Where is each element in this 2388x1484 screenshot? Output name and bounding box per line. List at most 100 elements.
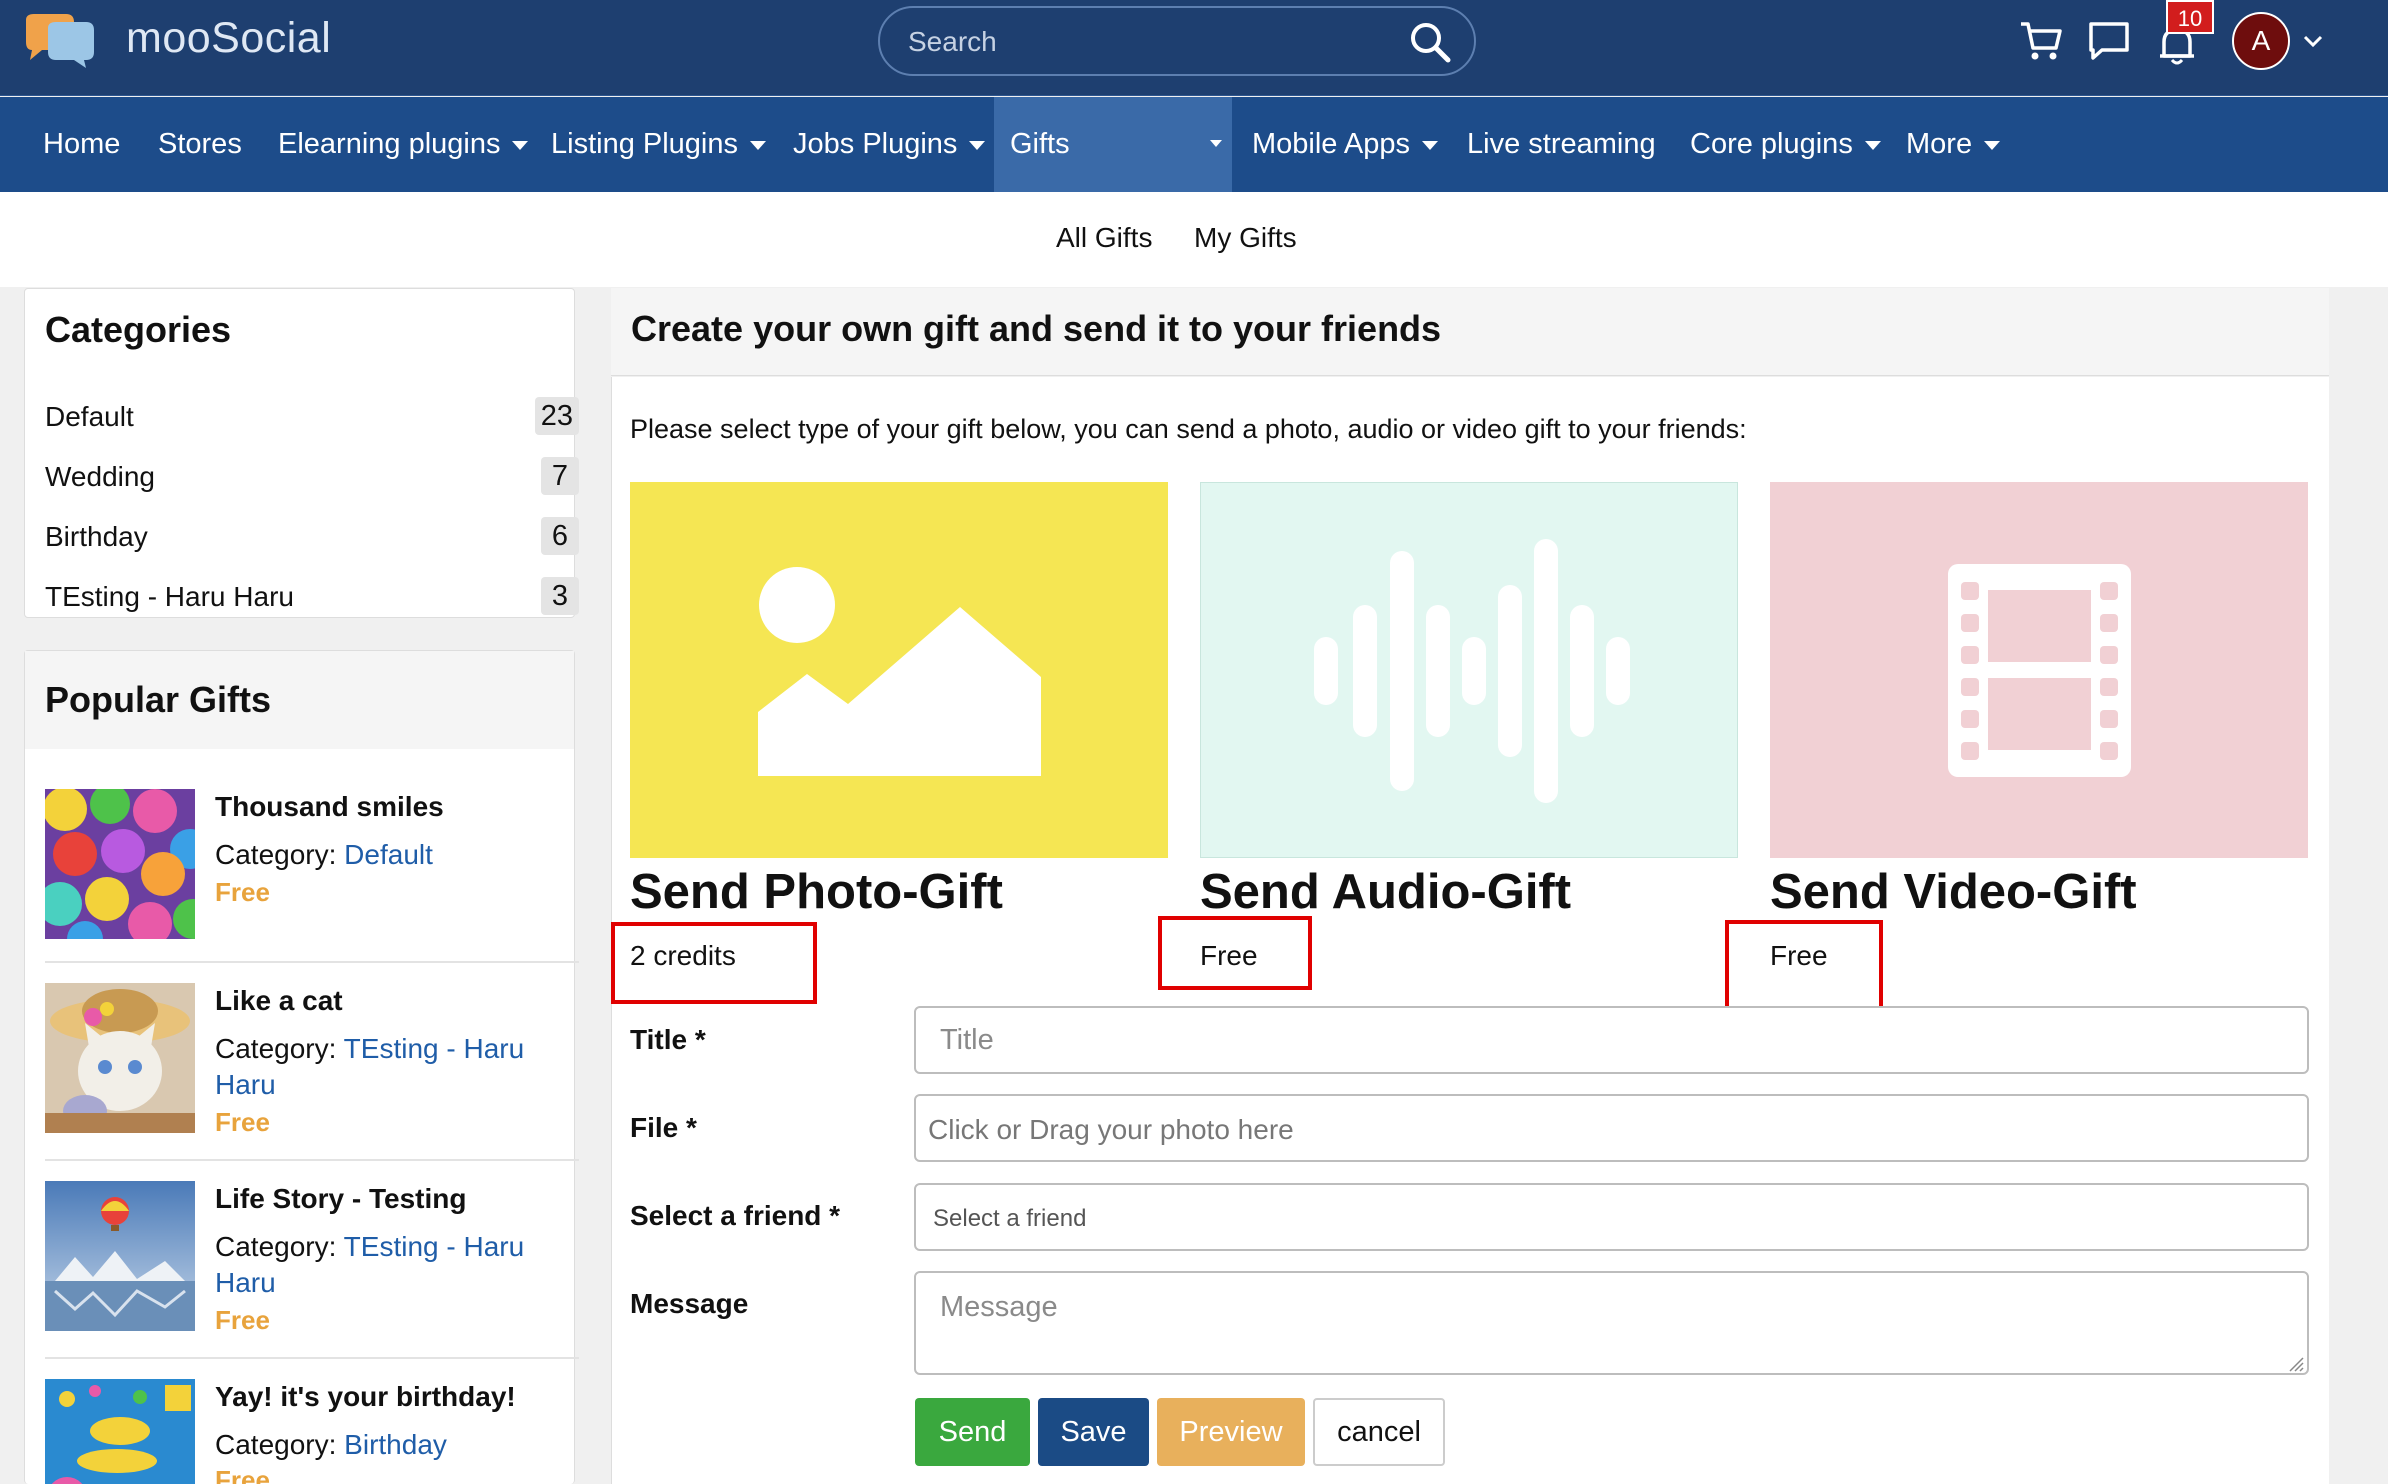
gift-name[interactable]: Thousand smiles	[215, 791, 444, 823]
category-name[interactable]: Default	[45, 401, 134, 433]
title-input[interactable]	[914, 1006, 2309, 1074]
top-header: mooSocial 10 A	[0, 0, 2388, 96]
nav-item-live-streaming[interactable]: Live streaming	[1467, 97, 1656, 192]
category-name[interactable]: Birthday	[45, 521, 148, 553]
subnav-my-gifts[interactable]: My Gifts	[1194, 222, 1297, 254]
gift-thumbnail-image[interactable]	[45, 789, 195, 939]
title-label: Title *	[630, 1024, 706, 1055]
cart-icon[interactable]	[2018, 18, 2064, 64]
nav-item-mobile-apps[interactable]: Mobile Apps	[1252, 97, 1438, 192]
gift-price: Free	[215, 1465, 270, 1484]
file-dropzone-text: Click or Drag your photo here	[928, 1114, 1294, 1145]
category-item-wedding[interactable]: Wedding 7	[45, 447, 579, 507]
nav-item-elearning-plugins[interactable]: Elearning plugins	[278, 97, 529, 192]
caret-down-icon	[750, 140, 766, 150]
select-friend-placeholder: Select a friend	[933, 1205, 1087, 1232]
categories-title: Categories	[45, 309, 232, 350]
popular-gift-item: Life Story - Testing Category: TEsting -…	[45, 1181, 579, 1351]
popular-gift-item: Yay! it's your birthday! Category: Birth…	[45, 1379, 579, 1484]
gift-category: Category: TEsting - Haru Haru	[215, 1033, 525, 1100]
highlight-box	[1158, 916, 1312, 990]
main-nav: Home Stores Elearning plugins Listing Pl…	[0, 97, 2388, 192]
send-button[interactable]: Send	[915, 1398, 1030, 1466]
category-name[interactable]: TEsting - Haru Haru	[45, 581, 294, 613]
popular-gift-item: Thousand smiles Category: Default Free	[45, 789, 579, 949]
gift-name[interactable]: Like a cat	[215, 985, 343, 1017]
category-count-badge: 23	[534, 397, 579, 435]
divider	[45, 1159, 579, 1161]
select-friend-label: Select a friend *	[630, 1200, 841, 1231]
categories-panel: Categories Default 23 Wedding 7 Birthday…	[24, 288, 579, 618]
gifts-subnav: All Gifts My Gifts	[0, 192, 2388, 287]
resize-grip-icon[interactable]	[2286, 1354, 2304, 1372]
message-label: Message	[630, 1288, 749, 1319]
cancel-button[interactable]: cancel	[1313, 1398, 1445, 1466]
subnav-all-gifts[interactable]: All Gifts	[1056, 222, 1152, 254]
gift-thumbnail-image[interactable]	[45, 1379, 195, 1484]
gift-name[interactable]: Life Story - Testing	[215, 1183, 467, 1215]
gift-category: Category: TEsting - Haru Haru	[215, 1231, 525, 1298]
category-count-badge: 3	[541, 577, 579, 615]
video-gift-title[interactable]: Send Video-Gift	[1770, 864, 2137, 920]
search-box	[878, 6, 1476, 76]
notification-count-badge[interactable]: 10	[2166, 0, 2214, 34]
caret-down-icon	[1864, 140, 1881, 150]
file-label: File *	[630, 1112, 697, 1143]
audio-gift-card[interactable]	[1200, 482, 1738, 858]
gift-category-link[interactable]: Birthday	[344, 1429, 447, 1460]
select-friend-field[interactable]: Select a friend	[914, 1183, 2309, 1251]
gift-category: Category: Birthday	[215, 1429, 447, 1460]
message-textarea[interactable]	[914, 1271, 2309, 1375]
gift-name[interactable]: Yay! it's your birthday!	[215, 1381, 516, 1413]
chevron-down-icon[interactable]	[2300, 28, 2326, 54]
gift-price: Free	[215, 1305, 270, 1335]
preview-button[interactable]: Preview	[1157, 1398, 1305, 1466]
caret-down-icon	[1984, 140, 2001, 150]
popular-gifts-panel: Popular Gifts Thousand smiles Category: …	[24, 650, 579, 1484]
gift-price: Free	[215, 1107, 270, 1137]
photo-gift-card[interactable]	[630, 482, 1168, 858]
caret-down-icon	[512, 140, 529, 150]
moosocial-logo-icon[interactable]	[22, 14, 96, 68]
file-dropzone[interactable]: Click or Drag your photo here	[914, 1094, 2309, 1162]
user-avatar[interactable]: A	[2232, 12, 2290, 70]
chat-icon[interactable]	[2086, 18, 2132, 64]
intro-text: Please select type of your gift below, y…	[630, 414, 1747, 444]
search-icon[interactable]	[1408, 20, 1452, 64]
category-name[interactable]: Wedding	[45, 461, 155, 493]
highlight-box	[1725, 920, 1883, 1012]
category-count-badge: 6	[541, 517, 579, 555]
nav-item-gifts[interactable]: Gifts	[1010, 97, 1070, 192]
nav-item-more[interactable]: More	[1906, 97, 2001, 192]
gift-thumbnail-image[interactable]	[45, 983, 195, 1133]
category-count-badge: 7	[541, 457, 579, 495]
main-panel-header: Create your own gift and send it to your…	[611, 288, 2329, 376]
search-input[interactable]	[908, 22, 1368, 62]
audio-gift-title[interactable]: Send Audio-Gift	[1200, 864, 1571, 920]
nav-item-listing-plugins[interactable]: Listing Plugins	[551, 97, 766, 192]
nav-item-stores[interactable]: Stores	[158, 97, 242, 192]
nav-item-home[interactable]: Home	[43, 97, 120, 192]
caret-down-icon	[969, 140, 986, 150]
divider	[45, 1357, 579, 1359]
popular-gifts-title: Popular Gifts	[45, 679, 272, 720]
gift-category: Category: Default	[215, 839, 433, 870]
gift-price: Free	[215, 877, 270, 907]
gift-category-link[interactable]: Default	[344, 839, 433, 870]
photo-gift-title[interactable]: Send Photo-Gift	[630, 864, 1003, 920]
category-item-birthday[interactable]: Birthday 6	[45, 507, 579, 567]
category-item-testing-haru-haru[interactable]: TEsting - Haru Haru 3	[45, 567, 579, 627]
nav-item-core-plugins[interactable]: Core plugins	[1690, 97, 1881, 192]
gift-thumbnail-image[interactable]	[45, 1181, 195, 1331]
highlight-box	[611, 922, 817, 1004]
caret-down-icon	[1210, 140, 1222, 147]
popular-gift-item: Like a cat Category: TEsting - Haru Haru…	[45, 983, 579, 1153]
film-icon	[1948, 564, 2131, 777]
category-item-default[interactable]: Default 23	[45, 387, 579, 447]
video-gift-card[interactable]	[1770, 482, 2308, 858]
nav-item-jobs-plugins[interactable]: Jobs Plugins	[793, 97, 986, 192]
divider	[45, 961, 579, 963]
caret-down-icon	[1422, 140, 1438, 150]
save-button[interactable]: Save	[1038, 1398, 1149, 1466]
brand-name[interactable]: mooSocial	[126, 14, 331, 63]
